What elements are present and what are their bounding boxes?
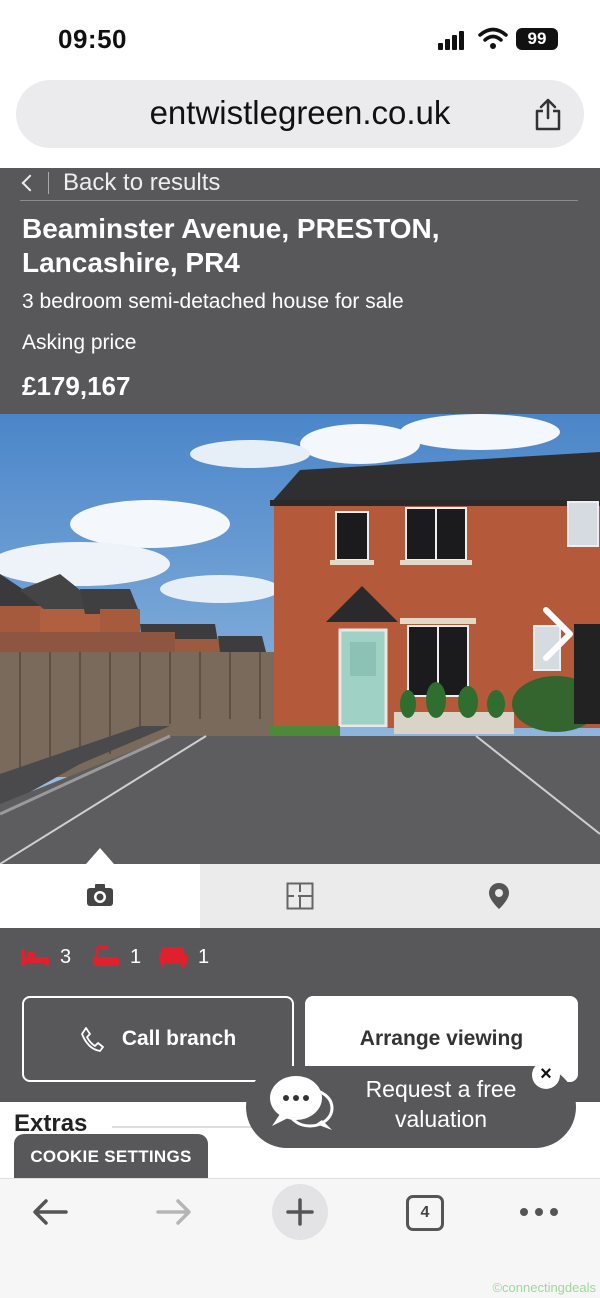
floorplan-icon — [286, 882, 314, 910]
price-label: Asking price — [22, 331, 137, 354]
price: £179,167 — [22, 371, 131, 401]
bed-icon — [21, 949, 49, 966]
cookie-settings-button[interactable]: COOKIE SETTINGS — [14, 1134, 208, 1180]
chevron-left-icon — [21, 174, 39, 192]
back-label: Back to results — [63, 169, 221, 196]
tab-map[interactable] — [400, 864, 600, 928]
property-photo[interactable] — [0, 414, 600, 864]
bathrooms-count: 1 — [92, 944, 141, 970]
status-bar: 09:50 99 — [0, 0, 600, 78]
new-tab-button[interactable] — [272, 1184, 328, 1240]
more-options-icon[interactable] — [518, 1200, 560, 1224]
clock: 09:50 — [58, 24, 127, 54]
divider — [48, 172, 49, 194]
next-photo-chevron-icon[interactable] — [538, 604, 578, 664]
camera-icon — [87, 884, 113, 906]
property-subtitle: 3 bedroom semi-detached house for sale — [22, 290, 404, 313]
sofa-icon — [159, 947, 187, 967]
divider — [112, 1126, 252, 1128]
valuation-line2: valuation — [394, 1106, 488, 1132]
tabs-count-button[interactable]: 4 — [406, 1195, 444, 1231]
active-tab-indicator — [86, 848, 114, 864]
close-icon[interactable]: × — [532, 1061, 560, 1089]
call-branch-label: Call branch — [121, 1027, 237, 1050]
forward-arrow-icon[interactable] — [154, 1196, 194, 1228]
arrange-viewing-label: Arrange viewing — [359, 1027, 524, 1050]
back-arrow-icon[interactable] — [30, 1196, 70, 1228]
signal-icon — [438, 30, 468, 50]
valuation-line1: Request a free — [365, 1076, 517, 1102]
bedrooms-count: 3 — [20, 944, 71, 970]
valuation-text: Request a free valuation — [336, 1074, 546, 1134]
bathrooms-value: 1 — [130, 945, 142, 968]
share-icon[interactable] — [532, 98, 564, 132]
phone-icon — [80, 1027, 104, 1052]
back-to-results-link[interactable]: Back to results — [20, 168, 220, 198]
bath-icon — [93, 946, 119, 966]
property-title: Beaminster Avenue, PRESTON, Lancashire, … — [22, 213, 440, 278]
receptions-value: 1 — [198, 945, 210, 968]
wifi-icon — [478, 27, 508, 49]
call-branch-button[interactable]: Call branch — [22, 996, 294, 1082]
media-tabs — [0, 864, 600, 928]
watermark: ©connectingdeals — [492, 1280, 596, 1295]
battery-icon: 99 — [516, 28, 558, 50]
tab-floorplan[interactable] — [200, 864, 400, 928]
divider — [20, 200, 578, 201]
bedrooms-value: 3 — [60, 945, 72, 968]
chat-bubbles-icon — [270, 1076, 334, 1130]
plus-icon — [286, 1198, 314, 1226]
url-text[interactable]: entwistlegreen.co.uk — [0, 94, 600, 132]
map-pin-icon — [489, 883, 509, 909]
tab-photos[interactable] — [0, 864, 200, 928]
receptions-count: 1 — [158, 944, 209, 970]
